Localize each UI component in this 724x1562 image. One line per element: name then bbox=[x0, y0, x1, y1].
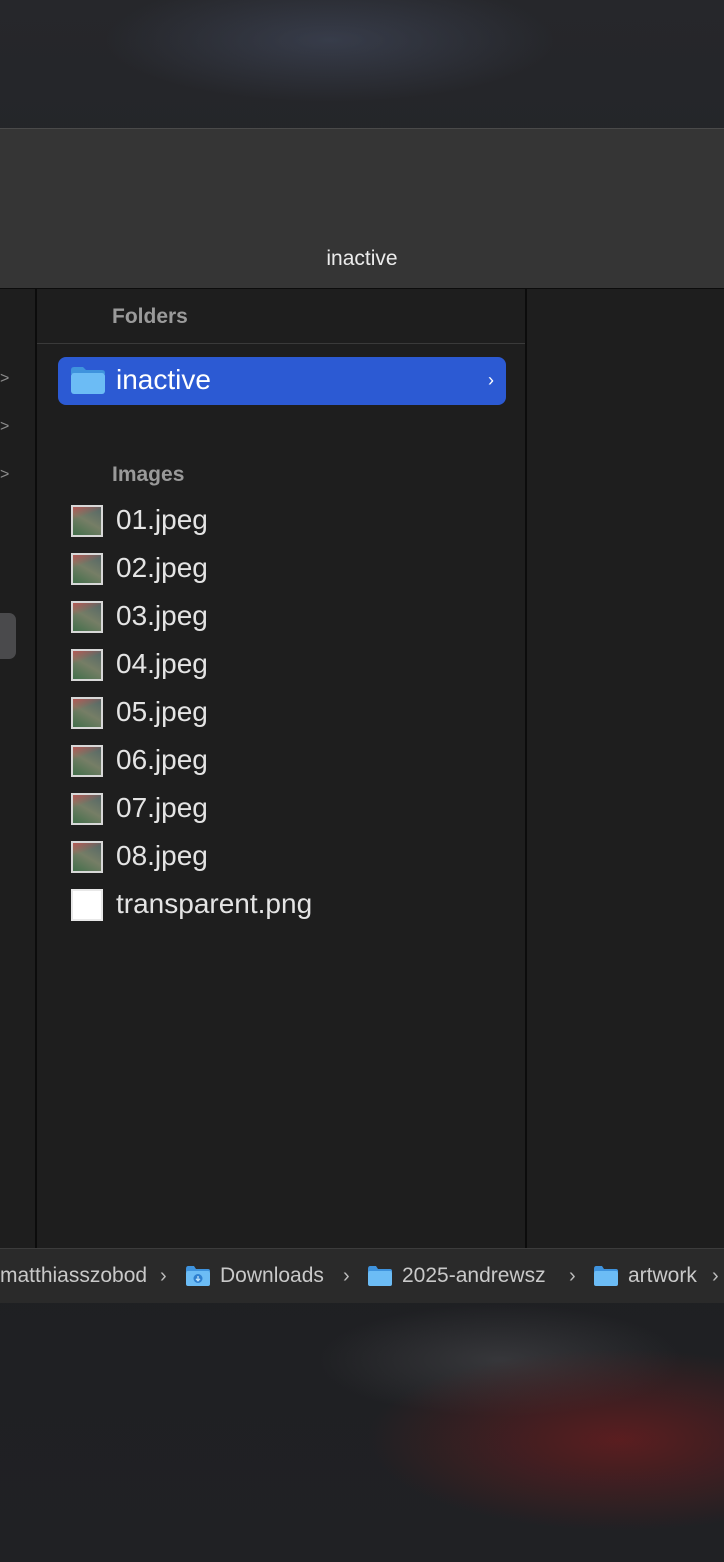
file-name: 02.jpeg bbox=[116, 552, 208, 583]
chevron-right-icon: > bbox=[0, 370, 10, 387]
image-thumbnail-icon bbox=[71, 745, 103, 777]
file-row[interactable]: 08.jpeg bbox=[58, 834, 506, 880]
file-name: 07.jpeg bbox=[116, 792, 208, 823]
folder-row-inactive[interactable]: inactive › bbox=[58, 357, 506, 405]
file-name: 06.jpeg bbox=[116, 744, 208, 775]
file-row[interactable]: 02.jpeg bbox=[58, 546, 506, 592]
file-row[interactable]: 03.jpeg bbox=[58, 594, 506, 640]
chevron-right-icon: › bbox=[488, 370, 494, 390]
file-name: 03.jpeg bbox=[116, 600, 208, 631]
folder-icon bbox=[594, 1266, 618, 1286]
section-header-images: Images bbox=[112, 463, 185, 486]
chevron-right-icon: › bbox=[160, 1265, 167, 1287]
file-name: 01.jpeg bbox=[116, 504, 208, 535]
image-thumbnail-icon bbox=[71, 649, 103, 681]
finder-window: inactive > > > Folders inactive › Images… bbox=[0, 128, 724, 1303]
file-name: 05.jpeg bbox=[116, 696, 208, 727]
image-thumbnail-icon bbox=[71, 601, 103, 633]
file-name: transparent.png bbox=[116, 888, 313, 919]
preview-column[interactable] bbox=[527, 289, 724, 1248]
image-thumbnail-icon bbox=[71, 505, 103, 537]
blank-image-icon bbox=[71, 889, 103, 921]
path-segment-home[interactable]: matthiasszobod bbox=[0, 1263, 156, 1289]
file-row[interactable]: 06.jpeg bbox=[58, 738, 506, 784]
file-row[interactable]: 07.jpeg bbox=[58, 786, 506, 832]
path-segment-2025-andrewsz[interactable]: 2025-andrewsz bbox=[402, 1263, 566, 1289]
path-segment-downloads[interactable]: Downloads bbox=[220, 1263, 324, 1289]
chevron-right-icon: > bbox=[0, 466, 10, 483]
path-segment-artwork[interactable]: artwork bbox=[628, 1263, 697, 1289]
chevron-right-icon: > bbox=[0, 418, 10, 435]
path-bar: matthiasszobod › Downloads › 2025-andrew… bbox=[0, 1248, 724, 1303]
image-thumbnail-icon bbox=[71, 697, 103, 729]
file-row[interactable]: 01.jpeg bbox=[58, 498, 506, 544]
image-thumbnail-icon bbox=[71, 841, 103, 873]
parent-column[interactable]: > > > bbox=[0, 289, 37, 1248]
folder-icon bbox=[368, 1266, 392, 1286]
folder-name: inactive bbox=[116, 364, 211, 395]
section-header-folders: Folders bbox=[112, 305, 188, 328]
file-row[interactable]: 05.jpeg bbox=[58, 690, 506, 736]
file-name: 08.jpeg bbox=[116, 840, 208, 871]
window-title: inactive bbox=[326, 247, 398, 270]
divider bbox=[37, 343, 525, 344]
chevron-right-icon: › bbox=[569, 1265, 576, 1287]
file-row[interactable]: 04.jpeg bbox=[58, 642, 506, 688]
file-row[interactable]: transparent.png bbox=[58, 882, 506, 928]
folder-icon bbox=[71, 367, 105, 394]
current-column[interactable]: Folders inactive › Images 01.jpeg 02.jpe… bbox=[37, 289, 527, 1248]
downloads-folder-icon bbox=[186, 1266, 210, 1286]
image-thumbnail-icon bbox=[71, 793, 103, 825]
selected-parent-item[interactable] bbox=[0, 613, 16, 659]
chevron-right-icon: › bbox=[712, 1265, 719, 1287]
toolbar: inactive bbox=[0, 129, 724, 289]
image-thumbnail-icon bbox=[71, 553, 103, 585]
file-name: 04.jpeg bbox=[116, 648, 208, 679]
chevron-right-icon: › bbox=[343, 1265, 350, 1287]
